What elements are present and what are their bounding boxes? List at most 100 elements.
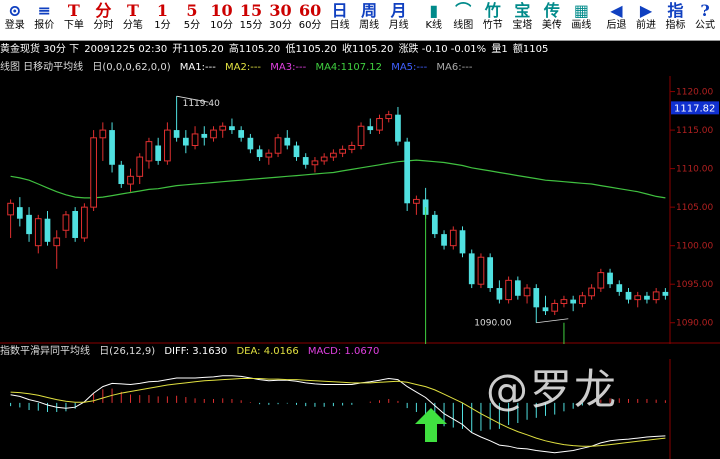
info-open: 开1105.20	[172, 44, 224, 55]
toolbar-button-7[interactable]: 10 10分	[207, 0, 237, 40]
macd-indicator-name[interactable]: 指数平滑异同平均线	[0, 346, 90, 357]
candle-body-up	[376, 118, 383, 131]
candle-body-up	[210, 129, 217, 139]
watermark: @罗龙	[486, 365, 619, 414]
candle-body-up	[505, 279, 512, 301]
candle-body-up	[588, 287, 595, 297]
candle-body-up	[7, 202, 14, 216]
toolbar-icon: 60	[298, 1, 322, 20]
candle-body-up	[136, 156, 144, 177]
price-annotation: 1090.00	[474, 319, 511, 329]
toolbar-button-3[interactable]: 分分时	[89, 0, 119, 40]
toolbar-button-5[interactable]: 1 1分	[148, 0, 178, 40]
candle-body-up	[274, 137, 282, 154]
toolbar-icon: 1	[156, 1, 168, 20]
toolbar-button-15[interactable]: ⌒ 线图	[449, 0, 479, 40]
candle-body-down	[229, 126, 235, 131]
candle-body-up	[145, 141, 153, 162]
toolbar-icon: 15	[239, 1, 263, 20]
toolbar-icon: ⊙	[8, 1, 22, 20]
toolbar-button-9[interactable]: 30 30分	[266, 0, 296, 40]
price-tick-label: 1120.00	[676, 88, 713, 98]
candle-body-up	[99, 129, 107, 139]
toolbar-icon: T	[67, 1, 80, 20]
ma5-value: MA5:---	[391, 62, 428, 73]
toolbar-button-22[interactable]: 指指标	[661, 0, 691, 40]
toolbar-icon: ▦	[573, 1, 589, 20]
candlestick-chart[interactable]: 1120.00 1115.00 1110.00 1105.00 1100.00 1095.…	[0, 76, 720, 344]
candle-body-up	[81, 206, 88, 239]
toolbar-button-12[interactable]: 周周线	[354, 0, 384, 40]
macd-macd-value: MACD: 1.0670	[307, 346, 380, 357]
candle	[118, 160, 125, 188]
candle	[404, 137, 411, 211]
candle-body-down	[173, 130, 180, 138]
candle	[505, 276, 512, 304]
toolbar-button-21[interactable]: ▶ 前进	[631, 0, 661, 40]
toolbar-label: 周线	[359, 20, 380, 31]
candle-body-down	[487, 257, 494, 289]
candle	[431, 211, 438, 238]
candle-body-up	[164, 129, 171, 162]
candle-body-down	[256, 149, 263, 158]
toolbar-icon: ▮	[429, 1, 439, 20]
toolbar-button-1[interactable]: ≡ 报价	[30, 0, 60, 40]
candle-body-down	[302, 157, 309, 165]
candle-body-down	[44, 218, 51, 242]
toolbar-icon: 10	[210, 1, 233, 20]
candle-body-down	[542, 307, 549, 312]
candle-body-down	[72, 211, 79, 238]
toolbar-button-13[interactable]: 月月线	[384, 0, 414, 40]
toolbar-button-6[interactable]: 5 5分	[177, 0, 207, 40]
candle-body-down	[395, 114, 401, 142]
price-tick-label: 1090.00	[676, 319, 713, 329]
candle-body-up	[320, 156, 328, 162]
candle-body-up	[34, 218, 42, 247]
candle-body-down	[201, 133, 208, 138]
candle-body-up	[551, 302, 559, 312]
toolbar-button-20[interactable]: ◀ 后退	[602, 0, 632, 40]
toolbar-icon: 宝	[514, 1, 531, 20]
toolbar-button-17[interactable]: 宝宝塔	[508, 0, 538, 40]
toolbar-icon: 分	[95, 1, 112, 20]
info-change: 涨跌 -0.10 -0.01%	[398, 44, 487, 55]
candle-body-down	[570, 299, 577, 304]
price-tick-label: 1105.00	[676, 203, 713, 213]
toolbar-button-14[interactable]: ▮ K线	[419, 0, 449, 40]
price-tick-label: 1110.00	[676, 165, 713, 175]
ma-indicator-bar: 线图 日移动平均线 日(0,0,0,62,0,0) MA1:--- MA2:--…	[0, 60, 720, 76]
toolbar-button-4[interactable]: T 分笔	[118, 0, 148, 40]
candle-body-down	[404, 141, 411, 204]
toolbar-button-2[interactable]: T 下单	[59, 0, 89, 40]
toolbar-button-0[interactable]: ⊙ 登录	[0, 0, 30, 40]
toolbar-label: 前进	[635, 20, 656, 31]
candle-body-down	[182, 137, 189, 146]
toolbar-button-10[interactable]: 60 60分	[295, 0, 325, 40]
candle-body-down	[16, 207, 23, 219]
toolbar-label: 指标	[665, 20, 686, 31]
info-amount: 额1105	[512, 44, 549, 55]
toolbar: ⊙ 登录 ≡ 报价 T 下单分分时 T 分笔 1 1分 5 5分 10 10分 15 15分 30 30分 60 60…	[0, 0, 720, 41]
toolbar-button-16[interactable]: 竹竹节	[478, 0, 508, 40]
toolbar-icon: 传	[543, 1, 560, 20]
candle-body-up	[339, 148, 346, 154]
candle-body-up	[560, 299, 568, 304]
candle-body-down	[109, 130, 115, 165]
info-high: 高1105.20	[228, 44, 281, 55]
toolbar-button-18[interactable]: 传美传	[537, 0, 567, 40]
candle-body-up	[385, 114, 393, 120]
toolbar-button-11[interactable]: 日日线	[325, 0, 355, 40]
toolbar-label: 1分	[154, 20, 171, 31]
candle-body-up	[357, 125, 365, 146]
info-close: 收1105.20	[342, 44, 394, 55]
candle	[487, 253, 494, 292]
toolbar-button-23[interactable]: ? 公式	[690, 0, 720, 40]
toolbar-button-8[interactable]: 15 15分	[236, 0, 266, 40]
ma-indicator-name[interactable]: 线图 日移动平均线	[0, 62, 83, 73]
candle	[90, 130, 97, 211]
candle	[274, 133, 282, 158]
ma-indicator-params: 日(0,0,0,62,0,0)	[92, 62, 171, 73]
candle-body-up	[53, 237, 61, 247]
candle-body-down	[533, 288, 540, 308]
toolbar-button-19[interactable]: ▦ 画线	[567, 0, 597, 40]
